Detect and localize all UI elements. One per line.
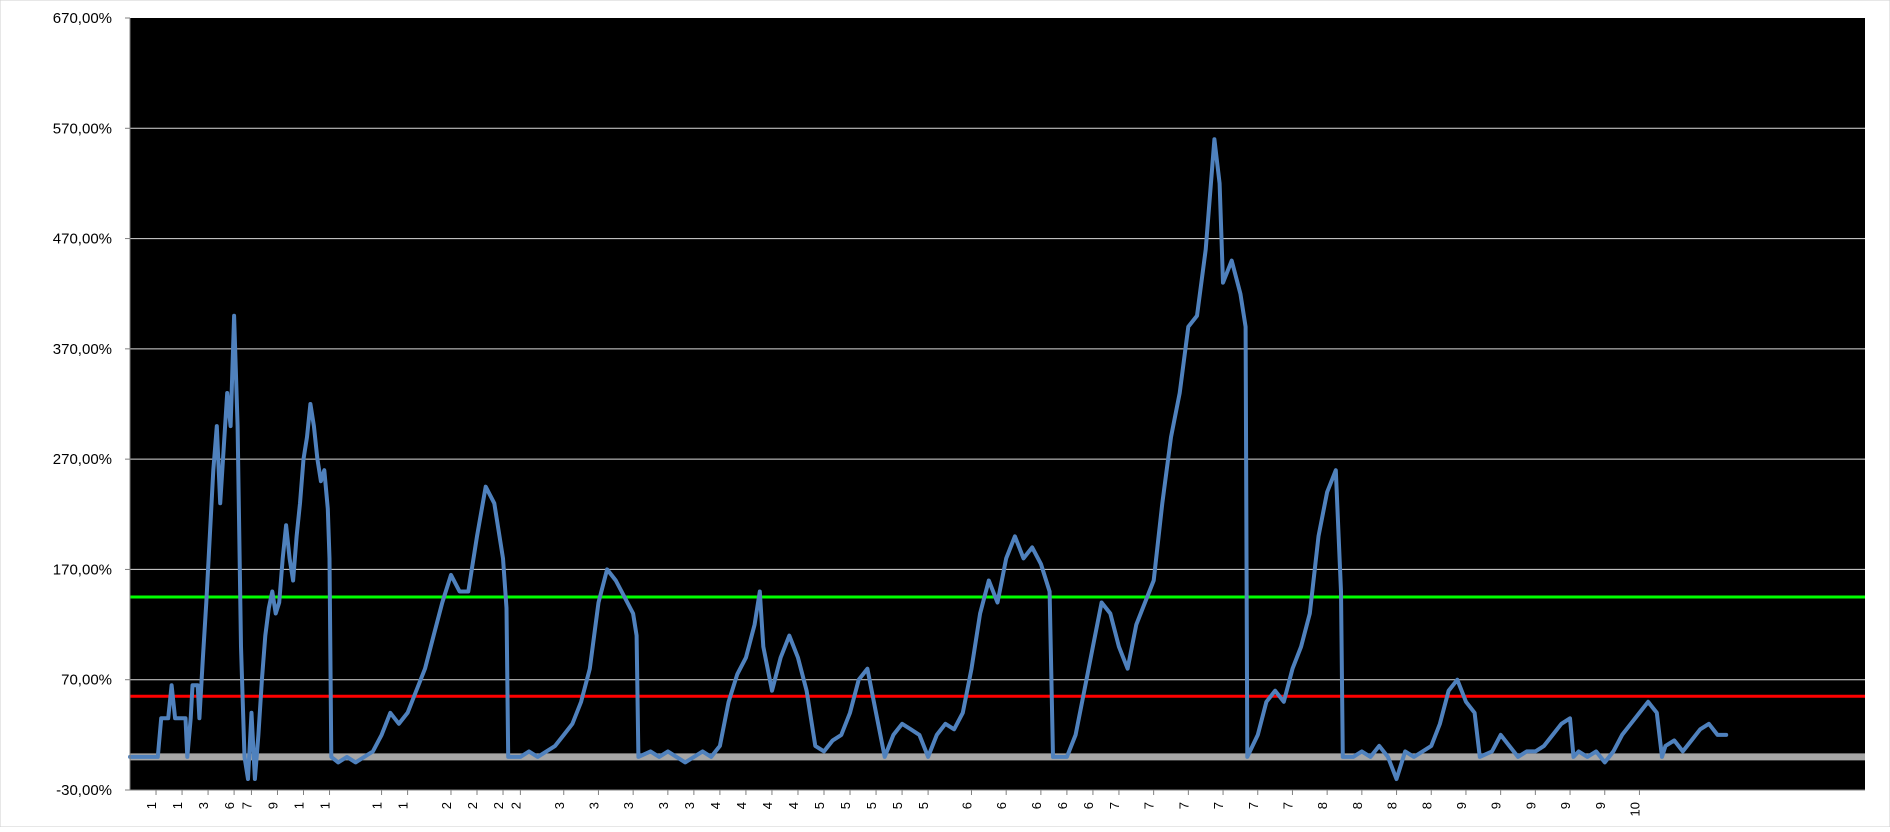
x-tick-label: 8	[1350, 802, 1365, 809]
x-tick-label: 5	[838, 802, 853, 809]
x-tick-label: 2	[508, 802, 523, 809]
y-tick-label: 370,00%	[53, 341, 112, 358]
x-tick-label: 3	[552, 802, 567, 809]
x-tick-label: 7	[1211, 802, 1226, 809]
line-chart: 670,00%570,00%470,00%370,00%270,00%170,0…	[0, 0, 1890, 828]
x-tick-label: 7	[1176, 802, 1191, 809]
x-tick-label: 1	[170, 802, 185, 809]
x-tick-label: 4	[786, 802, 801, 809]
x-tick-label: 3	[682, 802, 697, 809]
x-tick-label: 6	[1055, 802, 1070, 809]
x-tick-label: 5	[864, 802, 879, 809]
x-tick-label: 9	[1558, 802, 1573, 809]
x-tick-label: 3	[656, 802, 671, 809]
x-tick-label: 8	[1385, 802, 1400, 809]
x-tick-label: 6	[994, 802, 1009, 809]
x-tick-label: 9	[265, 802, 280, 809]
x-tick-label: 5	[812, 802, 827, 809]
x-tick-label: 3	[586, 802, 601, 809]
x-tick-label: 9	[1489, 802, 1504, 809]
x-tick-label: 2	[439, 802, 454, 809]
y-tick-label: 270,00%	[53, 451, 112, 468]
plot-area	[130, 18, 1865, 790]
x-tick-label: 7	[1280, 802, 1295, 809]
x-tick-label: 8	[1419, 802, 1434, 809]
x-tick-label: 5	[890, 802, 905, 809]
y-tick-label: 670,00%	[53, 10, 112, 27]
x-tick-label: 9	[1523, 802, 1538, 809]
x-tick-label: 1	[144, 802, 159, 809]
x-tick-label: 8	[1315, 802, 1330, 809]
x-tick-label: 6	[222, 802, 237, 809]
x-tick-label: 5	[916, 802, 931, 809]
chart-container: 670,00% 570,00% 470,00% 370,00% 270,00% 170,0…	[0, 0, 1890, 828]
x-tick-label: 9	[1593, 802, 1608, 809]
x-tick-label: 4	[734, 802, 749, 809]
x-tick-label: 1	[370, 802, 385, 809]
y-tick-label: 70,00%	[61, 672, 112, 689]
x-tick-label: 6	[1029, 802, 1044, 809]
y-tick-label: 470,00%	[53, 231, 112, 248]
x-tick-label: 6	[1081, 802, 1096, 809]
x-tick-label: 7	[1142, 802, 1157, 809]
x-tick-label: 7	[1107, 802, 1122, 809]
x-tick-label: 3	[196, 802, 211, 809]
x-tick-label: 6	[959, 802, 974, 809]
x-tick-label: 9	[1454, 802, 1469, 809]
x-tick-label: 7	[239, 802, 254, 809]
y-tick-label: 570,00%	[53, 120, 112, 137]
x-tick-label: 1	[318, 802, 333, 809]
y-tick-label: -30,00%	[56, 782, 112, 799]
x-tick-label: 4	[760, 802, 775, 809]
x-tick-label: 10	[1627, 802, 1642, 816]
x-tick-label: 1	[292, 802, 307, 809]
x-tick-label: 7	[1246, 802, 1261, 809]
x-tick-label: 2	[465, 802, 480, 809]
x-tick-label: 4	[708, 802, 723, 809]
x-tick-label: 2	[491, 802, 506, 809]
x-tick-label: 3	[621, 802, 636, 809]
y-tick-label: 170,00%	[53, 561, 112, 578]
x-tick-label: 1	[396, 802, 411, 809]
